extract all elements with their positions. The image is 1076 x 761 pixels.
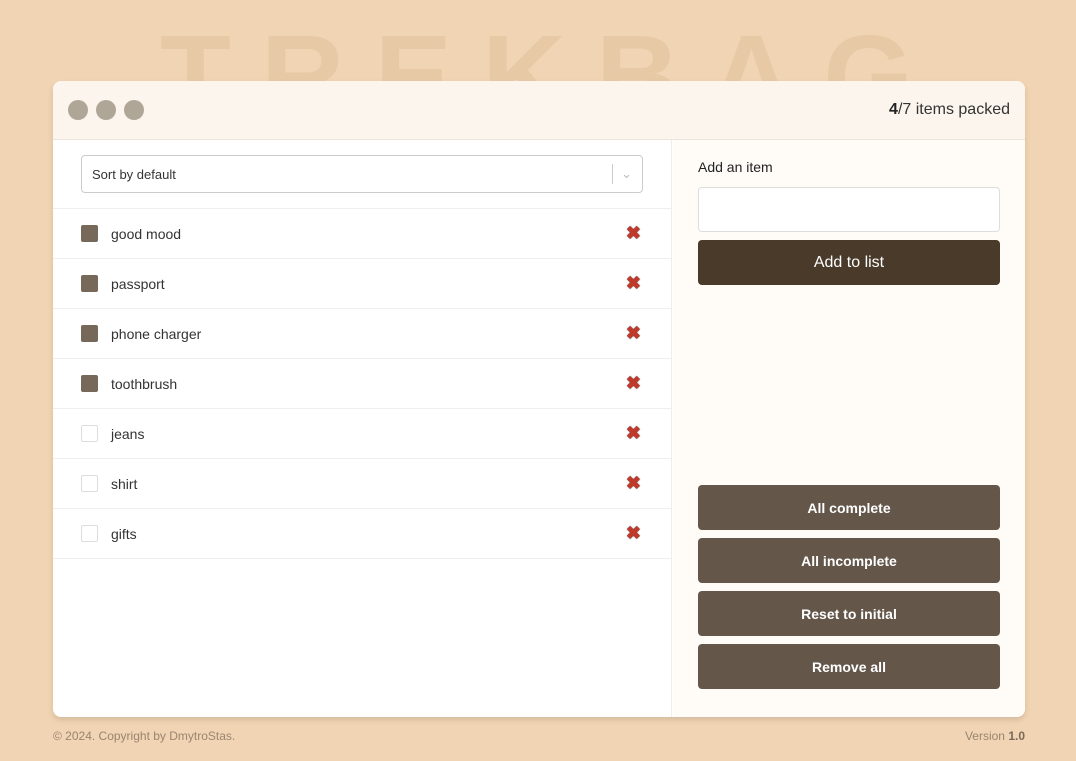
chevron-down-icon[interactable]: ⌄ — [612, 164, 632, 184]
window-dots — [68, 100, 144, 120]
version-number: 1.0 — [1008, 729, 1025, 743]
list-item: gifts ✖ — [53, 509, 671, 559]
item-checkbox[interactable] — [81, 325, 98, 342]
item-checkbox[interactable] — [81, 425, 98, 442]
packed-count: 4/7 items packed — [889, 101, 1010, 119]
sort-value: Sort by default — [92, 166, 176, 182]
remove-all-button[interactable]: Remove all — [698, 644, 1000, 689]
item-checkbox[interactable] — [81, 525, 98, 542]
delete-x-icon[interactable]: ✖ — [626, 223, 641, 244]
item-name: passport — [111, 275, 165, 292]
item-name: shirt — [111, 475, 138, 492]
list-item: good mood ✖ — [53, 209, 671, 259]
delete-x-icon[interactable]: ✖ — [626, 373, 641, 394]
all-complete-button[interactable]: All complete — [698, 485, 1000, 530]
item-name: toothbrush — [111, 375, 178, 392]
item-name: phone charger — [111, 325, 202, 342]
reset-to-initial-button[interactable]: Reset to initial — [698, 591, 1000, 636]
delete-x-icon[interactable]: ✖ — [626, 323, 641, 344]
add-item-label: Add an item — [698, 159, 773, 175]
list-item: phone charger ✖ — [53, 309, 671, 359]
list-item: toothbrush ✖ — [53, 359, 671, 409]
delete-x-icon[interactable]: ✖ — [626, 473, 641, 494]
action-buttons: All complete All incomplete Reset to ini… — [698, 485, 1000, 689]
item-checkbox[interactable] — [81, 275, 98, 292]
delete-x-icon[interactable]: ✖ — [626, 523, 641, 544]
delete-x-icon[interactable]: ✖ — [626, 423, 641, 444]
footer: © 2024. Copyright by DmytroStas. Version… — [53, 729, 1025, 743]
app-window: 4/7 items packed Sort by default ⌄ good … — [53, 81, 1025, 717]
dot-icon — [68, 100, 88, 120]
item-list: good mood ✖ passport ✖ phone charger ✖ toothbr… — [53, 208, 671, 559]
sort-select[interactable]: Sort by default ⌄ — [81, 155, 643, 193]
version: Version 1.0 — [965, 729, 1025, 743]
list-item: jeans ✖ — [53, 409, 671, 459]
add-item-input[interactable] — [698, 187, 1000, 232]
list-item: shirt ✖ — [53, 459, 671, 509]
item-name: good mood — [111, 225, 182, 242]
header: 4/7 items packed — [53, 81, 1025, 140]
item-checkbox[interactable] — [81, 225, 98, 242]
copyright: © 2024. Copyright by DmytroStas. — [53, 729, 236, 743]
packed-total: /7 items packed — [897, 101, 1010, 118]
all-incomplete-button[interactable]: All incomplete — [698, 538, 1000, 583]
packed-number: 4 — [889, 101, 898, 118]
item-list-panel: Sort by default ⌄ good mood ✖ passport ✖ pho… — [53, 140, 672, 717]
item-name: gifts — [111, 525, 137, 542]
item-checkbox[interactable] — [81, 375, 98, 392]
version-label: Version — [964, 729, 1009, 743]
sidebar: Add an item Add to list All complete All… — [673, 140, 1025, 717]
dot-icon — [124, 100, 144, 120]
dot-icon — [96, 100, 116, 120]
item-name: jeans — [111, 425, 145, 442]
item-checkbox[interactable] — [81, 475, 98, 492]
add-to-list-button[interactable]: Add to list — [698, 240, 1000, 285]
list-item: passport ✖ — [53, 259, 671, 309]
delete-x-icon[interactable]: ✖ — [626, 273, 641, 294]
